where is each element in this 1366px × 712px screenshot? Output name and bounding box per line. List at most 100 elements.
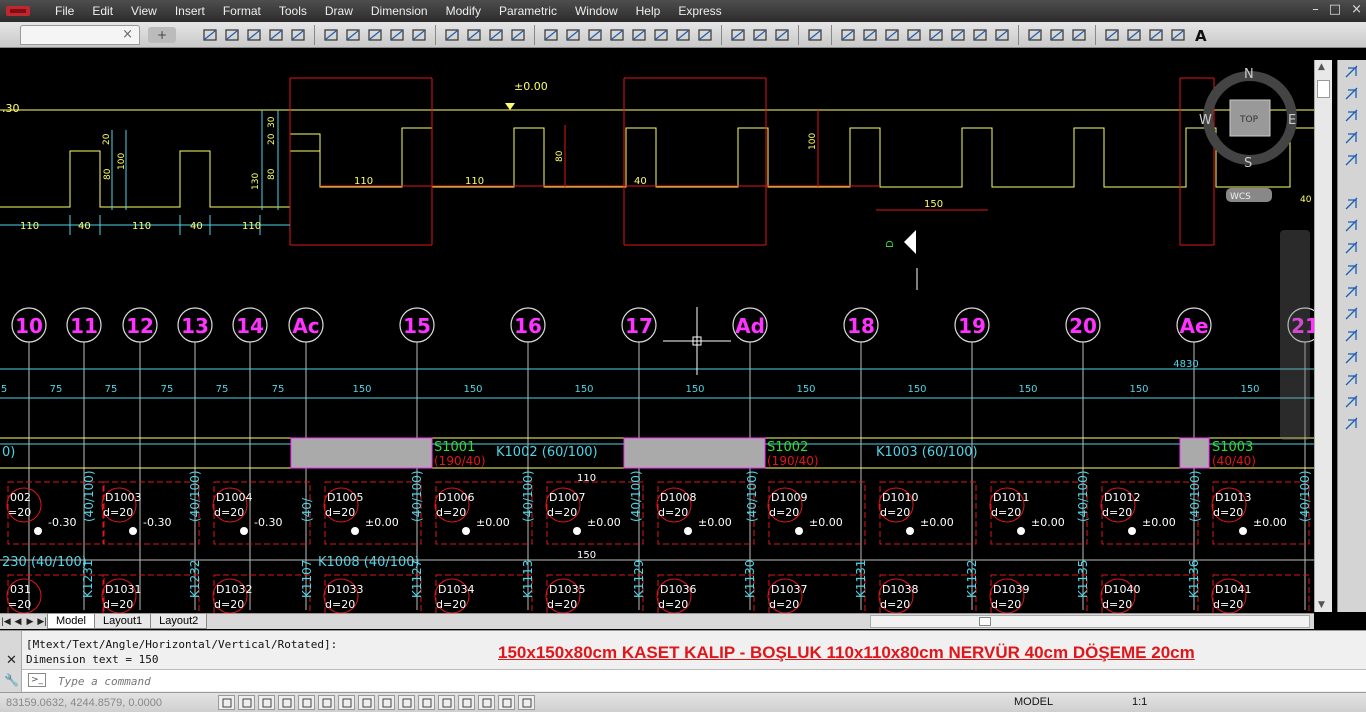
status-toggle-icon[interactable]: [238, 695, 255, 710]
status-toggle-icon[interactable]: [498, 695, 515, 710]
layer-icon[interactable]: [200, 25, 220, 45]
ellipse-icon[interactable]: [992, 25, 1012, 45]
minimize-button[interactable]: –: [1312, 2, 1319, 17]
rotate-icon[interactable]: [563, 25, 583, 45]
app-logo-icon[interactable]: [0, 0, 36, 22]
break-icon[interactable]: [1341, 326, 1363, 346]
status-toggle-icon[interactable]: [378, 695, 395, 710]
menu-view[interactable]: View: [122, 0, 166, 22]
scroll-down-icon[interactable]: ▼: [1318, 600, 1325, 610]
paint-icon[interactable]: [266, 25, 286, 45]
no-icon[interactable]: [585, 25, 605, 45]
text-icon[interactable]: [728, 25, 748, 45]
status-toggle-icon[interactable]: [438, 695, 455, 710]
trim-icon[interactable]: [1341, 282, 1363, 302]
move-icon[interactable]: [1341, 194, 1363, 214]
status-toggle-icon[interactable]: [518, 695, 535, 710]
snap-icon[interactable]: [321, 25, 341, 45]
insert-icon[interactable]: [1025, 25, 1045, 45]
drawing-canvas[interactable]: 110 40 110 40 110 110 110 40 150 110 40 .30 ±0.00 20 1…: [0, 50, 1314, 613]
menu-tools[interactable]: Tools: [270, 0, 316, 22]
next-tab-icon[interactable]: ▶: [24, 616, 36, 627]
first-tab-icon[interactable]: |◀: [0, 616, 12, 627]
array-icon[interactable]: [1341, 150, 1363, 170]
rotate-icon[interactable]: [1341, 216, 1363, 236]
line-icon[interactable]: [442, 25, 462, 45]
region-icon[interactable]: [695, 25, 715, 45]
arc-icon[interactable]: [486, 25, 506, 45]
fillet-icon[interactable]: [1341, 392, 1363, 412]
menu-draw[interactable]: Draw: [316, 0, 362, 22]
menu-parametric[interactable]: Parametric: [490, 0, 566, 22]
status-toggle-icon[interactable]: [338, 695, 355, 710]
erase-icon[interactable]: [1341, 62, 1363, 82]
tab-layout1[interactable]: Layout1: [93, 614, 152, 629]
wave-icon[interactable]: [772, 25, 792, 45]
status-toggle-icon[interactable]: [298, 695, 315, 710]
status-toggle-icon[interactable]: [418, 695, 435, 710]
menu-edit[interactable]: Edit: [83, 0, 122, 22]
close-button[interactable]: ×: [1351, 2, 1362, 17]
tab-model[interactable]: Model: [47, 614, 95, 629]
horizontal-scrollbar[interactable]: [870, 615, 1310, 628]
menu-file[interactable]: File: [46, 0, 83, 22]
person-icon[interactable]: [409, 25, 429, 45]
point-icon[interactable]: [1047, 25, 1067, 45]
status-toggle-icon[interactable]: [218, 695, 235, 710]
chamfer-icon[interactable]: [1341, 370, 1363, 390]
target-icon[interactable]: [750, 25, 770, 45]
circle-icon[interactable]: [541, 25, 561, 45]
gradient-icon[interactable]: [673, 25, 693, 45]
status-toggle-icon[interactable]: [478, 695, 495, 710]
status-toggle-icon[interactable]: [318, 695, 335, 710]
command-prompt-icon[interactable]: >_: [28, 673, 46, 687]
join-icon[interactable]: [1341, 348, 1363, 368]
drawing-svg[interactable]: 110 40 110 40 110 110 110 40 150 110 40 .30 ±0.00 20 1…: [0, 50, 1314, 613]
pencil-icon[interactable]: [244, 25, 264, 45]
menu-insert[interactable]: Insert: [166, 0, 214, 22]
scroll-thumb[interactable]: [1317, 80, 1330, 98]
status-toggle-icon[interactable]: [458, 695, 475, 710]
cloud-icon[interactable]: [882, 25, 902, 45]
refresh-icon[interactable]: [387, 25, 407, 45]
ray-icon[interactable]: [860, 25, 880, 45]
rect-icon[interactable]: [926, 25, 946, 45]
annotation-scale[interactable]: 1:1: [1132, 696, 1147, 708]
extend-icon[interactable]: [1341, 304, 1363, 324]
navigation-bar[interactable]: [1280, 230, 1310, 440]
stretch-icon[interactable]: [1341, 260, 1363, 280]
status-toggle-icon[interactable]: [258, 695, 275, 710]
offset-icon[interactable]: [1341, 128, 1363, 148]
prev-tab-icon[interactable]: ◀: [12, 616, 24, 627]
copy-icon[interactable]: [1341, 84, 1363, 104]
image-icon[interactable]: [1069, 25, 1089, 45]
status-toggle-icon[interactable]: [278, 695, 295, 710]
text-style-icon[interactable]: A: [1190, 25, 1210, 45]
edit-icon[interactable]: [805, 25, 825, 45]
arc2-icon[interactable]: [948, 25, 968, 45]
measure-icon[interactable]: [1124, 25, 1144, 45]
dimension-icon[interactable]: [508, 25, 528, 45]
table-icon[interactable]: [629, 25, 649, 45]
new-tab-button[interactable]: +: [148, 27, 176, 43]
model-space-button[interactable]: MODEL: [1014, 696, 1053, 708]
file-tab[interactable]: ×: [20, 25, 140, 45]
triangle-icon[interactable]: [607, 25, 627, 45]
tab-layout2[interactable]: Layout2: [150, 614, 208, 629]
file-tab-close-icon[interactable]: ×: [122, 27, 133, 42]
menu-express[interactable]: Express: [669, 0, 730, 22]
status-toggle-icon[interactable]: [398, 695, 415, 710]
xline-icon[interactable]: [838, 25, 858, 45]
menu-help[interactable]: Help: [627, 0, 670, 22]
close-icon[interactable]: ✕: [6, 653, 17, 668]
pentagon-icon[interactable]: [904, 25, 924, 45]
wrench-icon[interactable]: 🔧: [4, 673, 19, 687]
hscroll-thumb[interactable]: [979, 617, 991, 626]
menu-window[interactable]: Window: [566, 0, 627, 22]
copy-icon[interactable]: [1102, 25, 1122, 45]
restore-button[interactable]: □: [1329, 2, 1341, 17]
scroll-up-icon[interactable]: ▲: [1318, 62, 1325, 72]
spline-icon[interactable]: [970, 25, 990, 45]
explode-icon[interactable]: [1341, 414, 1363, 434]
menu-format[interactable]: Format: [214, 0, 270, 22]
